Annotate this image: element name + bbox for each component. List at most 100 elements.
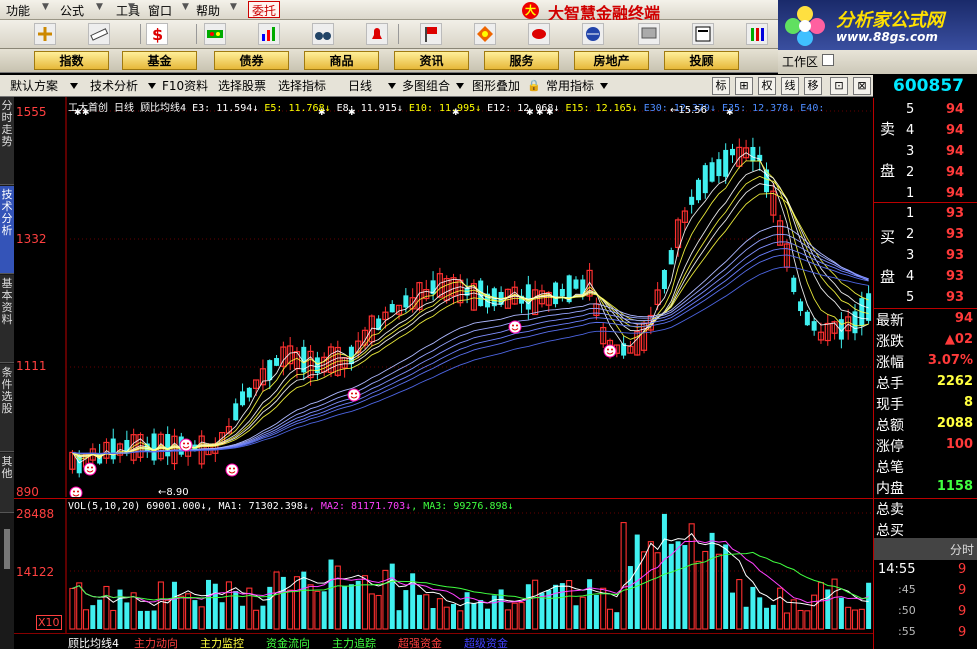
volume-bar (253, 609, 260, 630)
ruler-icon[interactable] (88, 23, 110, 45)
smiley-icon (179, 438, 193, 452)
overlay-button[interactable]: 图形叠加 (472, 77, 520, 95)
tick-price: 9 (958, 583, 967, 598)
alarm-bell-icon[interactable] (366, 23, 388, 45)
chart-icon[interactable] (258, 23, 280, 45)
dollar-icon[interactable]: $ (146, 23, 168, 45)
indicator-tab[interactable]: 主力动向 (134, 635, 178, 649)
candle-body (791, 277, 797, 293)
volume-bar (606, 608, 614, 630)
diamond-icon[interactable] (474, 23, 496, 45)
category-tab-bond[interactable]: 债券 (214, 51, 289, 70)
smiley-icon (347, 388, 361, 402)
volume-bar (443, 606, 450, 630)
volume-bar (790, 599, 797, 630)
volume-bar (82, 609, 90, 630)
volume-chart[interactable] (14, 499, 873, 634)
tick-price: 9 (958, 604, 967, 619)
common-indicator-dropdown[interactable]: 常用指标 (546, 77, 594, 95)
quote-stat-value: 2262 (936, 374, 973, 389)
volume-bar (511, 602, 518, 630)
category-tab-realestate[interactable]: 房地产 (574, 51, 649, 70)
multi-chart-dropdown[interactable]: 多图组合 (402, 77, 450, 95)
vol-axis-label: 28488 (16, 507, 55, 521)
binoculars-icon[interactable] (312, 23, 334, 45)
volume-bar (764, 607, 770, 629)
volume-bar (702, 550, 709, 630)
f10-button[interactable]: F10资料 (162, 77, 208, 95)
leaf-icon[interactable] (528, 23, 550, 45)
volume-bar (817, 582, 825, 630)
kline-pane[interactable]: ✱ ✱ ✱ ✱ ✱ ✱ ✱ ✱ ✱ 工大首创 日线 顾比均线4 E3: 11.594↓ E5: … (14, 97, 873, 499)
tab-intraday[interactable]: 分时走势 (0, 97, 14, 185)
cross-cursor-icon[interactable] (34, 23, 56, 45)
smiley-eye (512, 324, 514, 327)
indicator-tab[interactable]: 超级资金 (464, 635, 508, 649)
period-dropdown[interactable]: 日线 (348, 77, 372, 95)
tab-technical[interactable]: 技术分析 (0, 186, 14, 274)
quote-stat-label: 现手 (876, 397, 904, 413)
mark-button[interactable]: 标 (712, 77, 730, 95)
volume-pane[interactable]: VOL(5,10,20) 69001.000↓, MA1: 71302.398↓… (14, 498, 873, 634)
fullscreen-button[interactable]: ⊠ (853, 77, 871, 95)
volume-bar (178, 595, 185, 630)
indicator-tab[interactable]: 主力追踪 (332, 635, 376, 649)
volume-bar (573, 605, 579, 629)
indicator-tab[interactable]: 顾比均线4 (68, 635, 119, 649)
select-indicator-button[interactable]: 选择指标 (278, 77, 326, 95)
sell-level-number: 5 (906, 102, 915, 117)
scheme-dropdown[interactable]: 默认方案 (10, 77, 58, 95)
category-tab-service[interactable]: 服务 (484, 51, 559, 70)
tab-scroll-handle[interactable] (4, 529, 10, 569)
quote-stat-label: 内盘 (876, 481, 904, 497)
ema-legend-item: E8: 11.915↓ (330, 103, 403, 114)
menu-function[interactable]: 功能 (6, 2, 30, 19)
volume-bar (600, 587, 607, 630)
move-button[interactable]: 移 (804, 77, 822, 95)
category-tab-fund[interactable]: 基金 (122, 51, 197, 70)
indicator-tab[interactable]: 资金流向 (266, 635, 310, 649)
volume-bar (471, 603, 477, 629)
book-icon[interactable] (692, 23, 714, 45)
workzone-label[interactable]: 工作区 (782, 53, 818, 70)
trade-button[interactable]: 委托 (248, 1, 281, 18)
menu-help[interactable]: 帮助 (196, 2, 220, 19)
indicator-tab[interactable]: 主力监控 (200, 635, 244, 649)
long-ema-line (72, 241, 869, 455)
workzone-close-icon[interactable] (822, 54, 834, 66)
category-tab-news[interactable]: 资讯 (394, 51, 469, 70)
stock-name: 工大首创 (68, 103, 108, 114)
layout-button[interactable]: ⊡ (830, 77, 848, 95)
tab-other[interactable]: 其他 (0, 453, 14, 513)
tech-analysis-dropdown[interactable]: 技术分析 (90, 77, 138, 95)
sell-level-price: 94 (946, 186, 965, 201)
volume-bar (825, 589, 831, 629)
link-icon[interactable] (204, 23, 226, 45)
category-tab-advisor[interactable]: 投顾 (664, 51, 739, 70)
category-bar: 指数 基金 债券 商品 资讯 服务 房地产 投顾 (0, 49, 778, 73)
bars-icon[interactable] (746, 23, 768, 45)
volume-bar (389, 563, 395, 629)
chevron-down-icon: ▼ (96, 2, 103, 12)
menu-window[interactable]: 窗口 (148, 2, 172, 19)
tab-screener[interactable]: 条件选股 (0, 364, 14, 452)
screen-icon[interactable] (638, 23, 660, 45)
volume-bar (504, 609, 511, 630)
select-stock-button[interactable]: 选择股票 (218, 77, 266, 95)
rights-button[interactable]: 权 (758, 77, 776, 95)
lock-icon[interactable]: 🔒 (527, 77, 541, 95)
tab-fundamental[interactable]: 基本资料 (0, 275, 14, 363)
category-tab-commodity[interactable]: 商品 (304, 51, 379, 70)
category-tab-index[interactable]: 指数 (34, 51, 109, 70)
smiley-eye (229, 467, 231, 470)
volume-legend-item: VOL(5,10,20) 69001.000↓ (68, 501, 207, 512)
indicator-tab[interactable]: 超强资金 (398, 635, 442, 649)
menu-formula[interactable]: 公式 (60, 2, 84, 19)
volume-bar (280, 576, 286, 629)
intraday-ticks-tab[interactable]: 分时 (950, 541, 974, 558)
line-button[interactable]: 线 (781, 77, 799, 95)
flag-icon[interactable] (420, 23, 442, 45)
globe-icon[interactable] (582, 23, 604, 45)
kline-chart[interactable]: ✱ ✱ ✱ ✱ ✱ ✱ ✱ ✱ ✱ (14, 97, 873, 497)
grid-button[interactable]: ⊞ (735, 77, 753, 95)
